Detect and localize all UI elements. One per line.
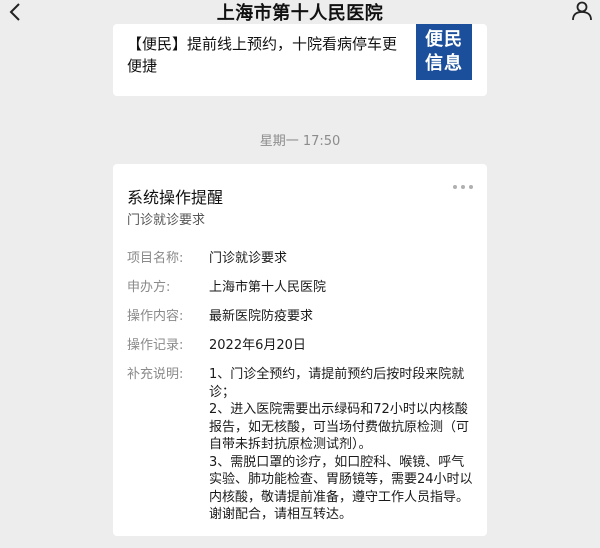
detail-label: 项目名称: (127, 251, 184, 266)
notice-card[interactable]: 系统操作提醒 门诊就诊要求 项目名称: 门诊就诊要求 申办方: 上海市第十人民医… (113, 164, 487, 536)
article-thumbnail: 便民 信息 (416, 24, 472, 80)
article-title: 【便民】提前线上预约，十院看病停车更便捷 (127, 35, 398, 75)
chat-title: 上海市第十人民医院 (216, 3, 384, 24)
notice-details: 项目名称: 门诊就诊要求 申办方: 上海市第十人民医院 操作内容: 最新医院防疫… (127, 250, 477, 536)
message-timestamp: 星期一 17:50 (259, 134, 341, 149)
detail-label: 补充说明: (127, 367, 184, 382)
top-bar: 上海市第十人民医院 (0, 0, 600, 24)
back-icon[interactable] (6, 2, 24, 22)
thumbnail-line-1: 便民 (425, 29, 463, 50)
detail-value: 最新医院防疫要求 (209, 309, 314, 324)
detail-row-organizer: 申办方: 上海市第十人民医院 (127, 279, 477, 296)
detail-label: 操作记录: (127, 338, 184, 353)
detail-value: 2022年6月20日 (209, 338, 306, 353)
detail-label: 申办方: (127, 280, 171, 295)
detail-row-notes: 补充说明: 1、门诊全预约，请提前预约后按时段来院就诊； 2、进入医院需要出示绿… (127, 366, 477, 524)
user-profile-icon[interactable] (570, 0, 594, 22)
detail-row-project: 项目名称: 门诊就诊要求 (127, 250, 477, 267)
thumbnail-line-2: 信息 (425, 53, 463, 74)
article-card[interactable]: 【便民】提前线上预约，十院看病停车更便捷 便民 信息 (113, 24, 487, 96)
detail-row-record: 操作记录: 2022年6月20日 (127, 337, 477, 354)
notice-title: 系统操作提醒 (127, 188, 224, 207)
detail-value: 门诊就诊要求 (209, 251, 288, 266)
detail-row-operation: 操作内容: 最新医院防疫要求 (127, 308, 477, 325)
detail-value: 上海市第十人民医院 (209, 280, 327, 295)
more-options-icon[interactable] (453, 184, 473, 190)
detail-value-notes: 1、门诊全预约，请提前预约后按时段来院就诊； 2、进入医院需要出示绿码和72小时… (209, 367, 473, 522)
notice-subtitle: 门诊就诊要求 (127, 213, 206, 228)
detail-label: 操作内容: (127, 309, 184, 324)
